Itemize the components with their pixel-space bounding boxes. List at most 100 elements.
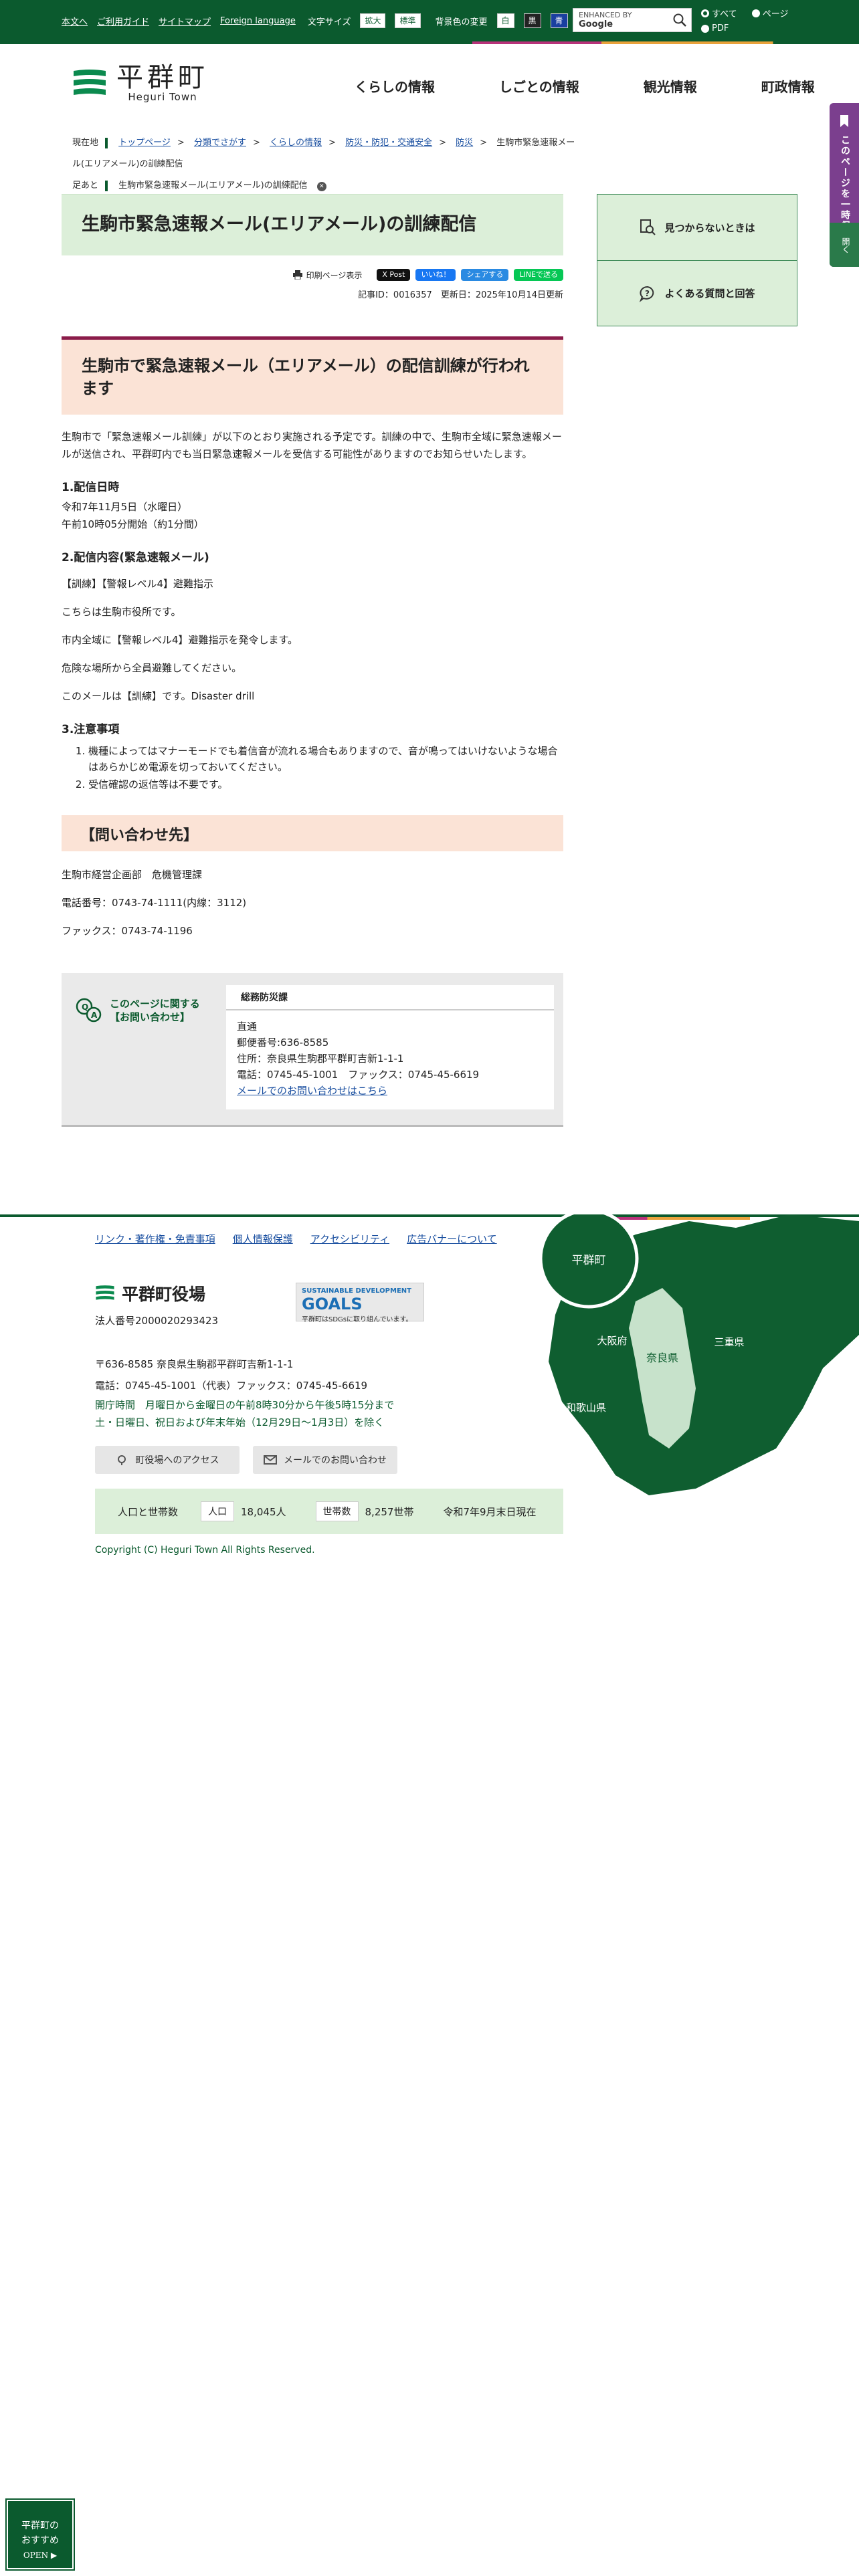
save-page-tab[interactable]: このページを一時保存する 開く [830, 103, 859, 267]
font-size-label: 文字サイズ [307, 17, 351, 27]
footer-buttons: 町役場へのアクセス メールでのお問い合わせ [95, 1446, 397, 1474]
notes-list: 機種によってはマナーモードでも着信音が流れる場合もありますので、音が鳴ってはいけ… [62, 743, 563, 792]
breadcrumb-top[interactable]: トップページ [118, 138, 171, 148]
schedule-time: 午前10時05分開始（約1分間） [62, 518, 204, 530]
footer-logo: 平群町役場 [95, 1281, 205, 1305]
map-label-osaka: 大阪府 [597, 1335, 627, 1347]
breadcrumb-living[interactable]: くらしの情報 [270, 138, 322, 148]
inquiry-icon: QA [76, 998, 102, 1023]
utility-links: 本文へ ご利用ガイド サイトマップ Foreign language 文字サイズ… [62, 13, 568, 28]
footer-link-privacy[interactable]: 個人情報保護 [233, 1232, 293, 1246]
section-3-title: 3.注意事項 [62, 723, 120, 736]
households-tag: 世帯数 [315, 1501, 359, 1521]
open-button[interactable]: 開く [830, 223, 859, 267]
radio-page[interactable]: ページ [751, 7, 788, 19]
map-label-heguri: 平群町 [572, 1254, 606, 1267]
intro-text: 生駒市で「緊急速報メール訓練」が以下のとおり実施される予定です。訓練の中で、生駒… [62, 431, 562, 460]
search-icon[interactable] [668, 9, 691, 31]
skip-to-content-link[interactable]: 本文へ [62, 15, 88, 27]
content-line: 【訓練】【警報レベル4】避難指示 [62, 578, 214, 590]
x-post-button[interactable]: X Post [377, 269, 411, 281]
list-item: 機種によってはマナーモードでも着信音が流れる場合もありますので、音が鳴ってはいけ… [88, 743, 563, 775]
population-bar: 人口と世帯数 人口 18,045人 世帯数 8,257世帯 令和7年9月末日現在 [95, 1489, 563, 1534]
section-2-title: 2.配信内容(緊急速報メール) [62, 551, 209, 564]
svg-text:?: ? [645, 289, 650, 298]
list-item: 受信確認の返信等は不要です。 [88, 776, 563, 792]
line-send-button[interactable]: LINEで送る [514, 269, 563, 281]
nav-business[interactable]: しごとの情報 [499, 76, 579, 102]
guide-link[interactable]: ご利用ガイド [97, 15, 149, 27]
content-line: このメールは【訓練】です。Disaster drill [62, 690, 255, 702]
facebook-share-button[interactable]: シェアする [461, 269, 509, 281]
facebook-like-button[interactable]: いいね！ [415, 269, 456, 281]
map-label-mie: 三重県 [714, 1336, 744, 1348]
not-found-button[interactable]: 見つからないときは [597, 195, 797, 260]
breadcrumb-safety[interactable]: 防災・防犯・交通安全 [345, 138, 432, 148]
footer-address: 〒636-8585 奈良県生駒郡平群町吉新1-1-1 電話：0745-45-10… [95, 1358, 395, 1428]
bg-blue-button[interactable]: 青 [550, 13, 568, 28]
nara-map: 平群町 大阪府 奈良県 三重県 和歌山県 [539, 1214, 859, 1495]
breadcrumb-label: 現在地 [72, 138, 108, 148]
access-button[interactable]: 町役場へのアクセス [95, 1446, 240, 1474]
sdgs-banner[interactable]: SUSTAINABLE DEVELOPMENT GOALS 平群町はSDGsに取… [296, 1283, 424, 1323]
breadcrumb-disaster[interactable]: 防災 [456, 138, 473, 148]
footprint-close-icon[interactable]: ✕ [316, 182, 326, 191]
breadcrumb-category[interactable]: 分類でさがす [194, 138, 246, 148]
section-1-title: 1.配信日時 [62, 481, 120, 494]
contact-mail-link[interactable]: メールでのお問い合わせはこちら [237, 1085, 387, 1097]
faq-icon: ? [640, 286, 654, 302]
radio-pdf[interactable]: PDF [701, 23, 729, 33]
logo-sub: Heguri Town [128, 91, 197, 103]
footer-link-accessibility[interactable]: アクセシビリティ [310, 1232, 389, 1246]
map-label-wakayama: 和歌山県 [566, 1402, 606, 1414]
bg-black-button[interactable]: 黒 [523, 13, 541, 28]
contact-dept: 総務防災課 [226, 985, 554, 1010]
bookmark-icon [840, 115, 848, 127]
global-nav: くらしの情報 しごとの情報 観光情報 町政情報 [355, 76, 815, 102]
faq-button[interactable]: ? よくある質問と回答 [597, 260, 797, 326]
site-footer: リンク・著作権・免責事項 個人情報保護 アクセシビリティ 広告バナーについて 平… [0, 1214, 859, 1589]
page-title: 生駒市緊急速報メール(エリアメール)の訓練配信 [62, 194, 563, 255]
recommend-open-button[interactable]: 平群町の おすすめ OPEN ▶ [5, 2498, 75, 2571]
radio-icon [751, 9, 760, 17]
schedule-date: 令和7年11月5日（水曜日） [62, 501, 188, 513]
color-stripe [0, 41, 859, 44]
bg-white-button[interactable]: 白 [496, 13, 514, 28]
main-content: 生駒市緊急速報メール(エリアメール)の訓練配信 印刷ページ表示 X Post い… [62, 194, 563, 1127]
content-line: こちらは生駒市役所です。 [62, 606, 181, 618]
copyright: Copyright (C) Heguri Town All Rights Res… [95, 1545, 315, 1555]
households-value: 8,257世帯 [365, 1505, 414, 1518]
nav-government[interactable]: 町政情報 [761, 76, 815, 102]
site-search-input[interactable]: ENHANCED BY Google [573, 8, 692, 32]
nav-tourism[interactable]: 観光情報 [644, 76, 697, 102]
mail-icon [264, 1455, 277, 1465]
search-scope: すべて ページ PDF [701, 7, 800, 37]
contact-body: 直通 郵便番号:636-8585 住所：奈良県生駒郡平群町吉新1-1-1 電話：… [237, 1021, 480, 1097]
contact-title: QA このページに関する 【お問い合わせ】 [75, 997, 200, 1024]
town-emblem-icon [96, 1285, 114, 1300]
inquiry-heading: 【問い合わせ先】 [62, 815, 563, 851]
sitemap-link[interactable]: サイトマップ [159, 15, 211, 27]
population-value: 18,045人 [241, 1505, 286, 1518]
radio-all[interactable]: すべて [701, 7, 737, 19]
article-heading: 生駒市で緊急速報メール（エリアメール）の配信訓練が行われます [62, 336, 563, 415]
font-size-large-button[interactable]: 拡大 [360, 13, 386, 28]
content-line: 危険な場所から全員避難してください。 [62, 662, 242, 674]
population-tag: 人口 [201, 1501, 235, 1521]
print-link[interactable]: 印刷ページ表示 [292, 270, 362, 281]
contact-card: 総務防災課 直通 郵便番号:636-8585 住所：奈良県生駒郡平群町吉新1-1… [226, 985, 554, 1109]
map-label-nara: 奈良県 [646, 1352, 678, 1364]
footer-links: リンク・著作権・免責事項 個人情報保護 アクセシビリティ 広告バナーについて [95, 1232, 497, 1246]
footer-link-ads[interactable]: 広告バナーについて [407, 1232, 497, 1246]
page-tools: 印刷ページ表示 X Post いいね！ シェアする LINEで送る [62, 269, 563, 281]
font-size-standard-button[interactable]: 標準 [395, 13, 421, 28]
article-meta: 記事ID：0016357 更新日：2025年10月14日更新 [358, 290, 563, 300]
footprint-item[interactable]: 生駒市緊急速報メール(エリアメール)の訓練配信 [118, 181, 308, 191]
nav-living[interactable]: くらしの情報 [355, 76, 435, 102]
mail-inquiry-button[interactable]: メールでのお問い合わせ [253, 1446, 397, 1474]
site-logo[interactable]: 平群町 Heguri Town [72, 64, 209, 103]
content-line: 市内全域に【警報レベル4】避難指示を発令します。 [62, 634, 298, 646]
footer-link-copyright[interactable]: リンク・著作権・免責事項 [95, 1232, 215, 1246]
foreign-language-link[interactable]: Foreign language [220, 16, 296, 26]
corporate-number: 法人番号2000020293423 [95, 1315, 219, 1327]
